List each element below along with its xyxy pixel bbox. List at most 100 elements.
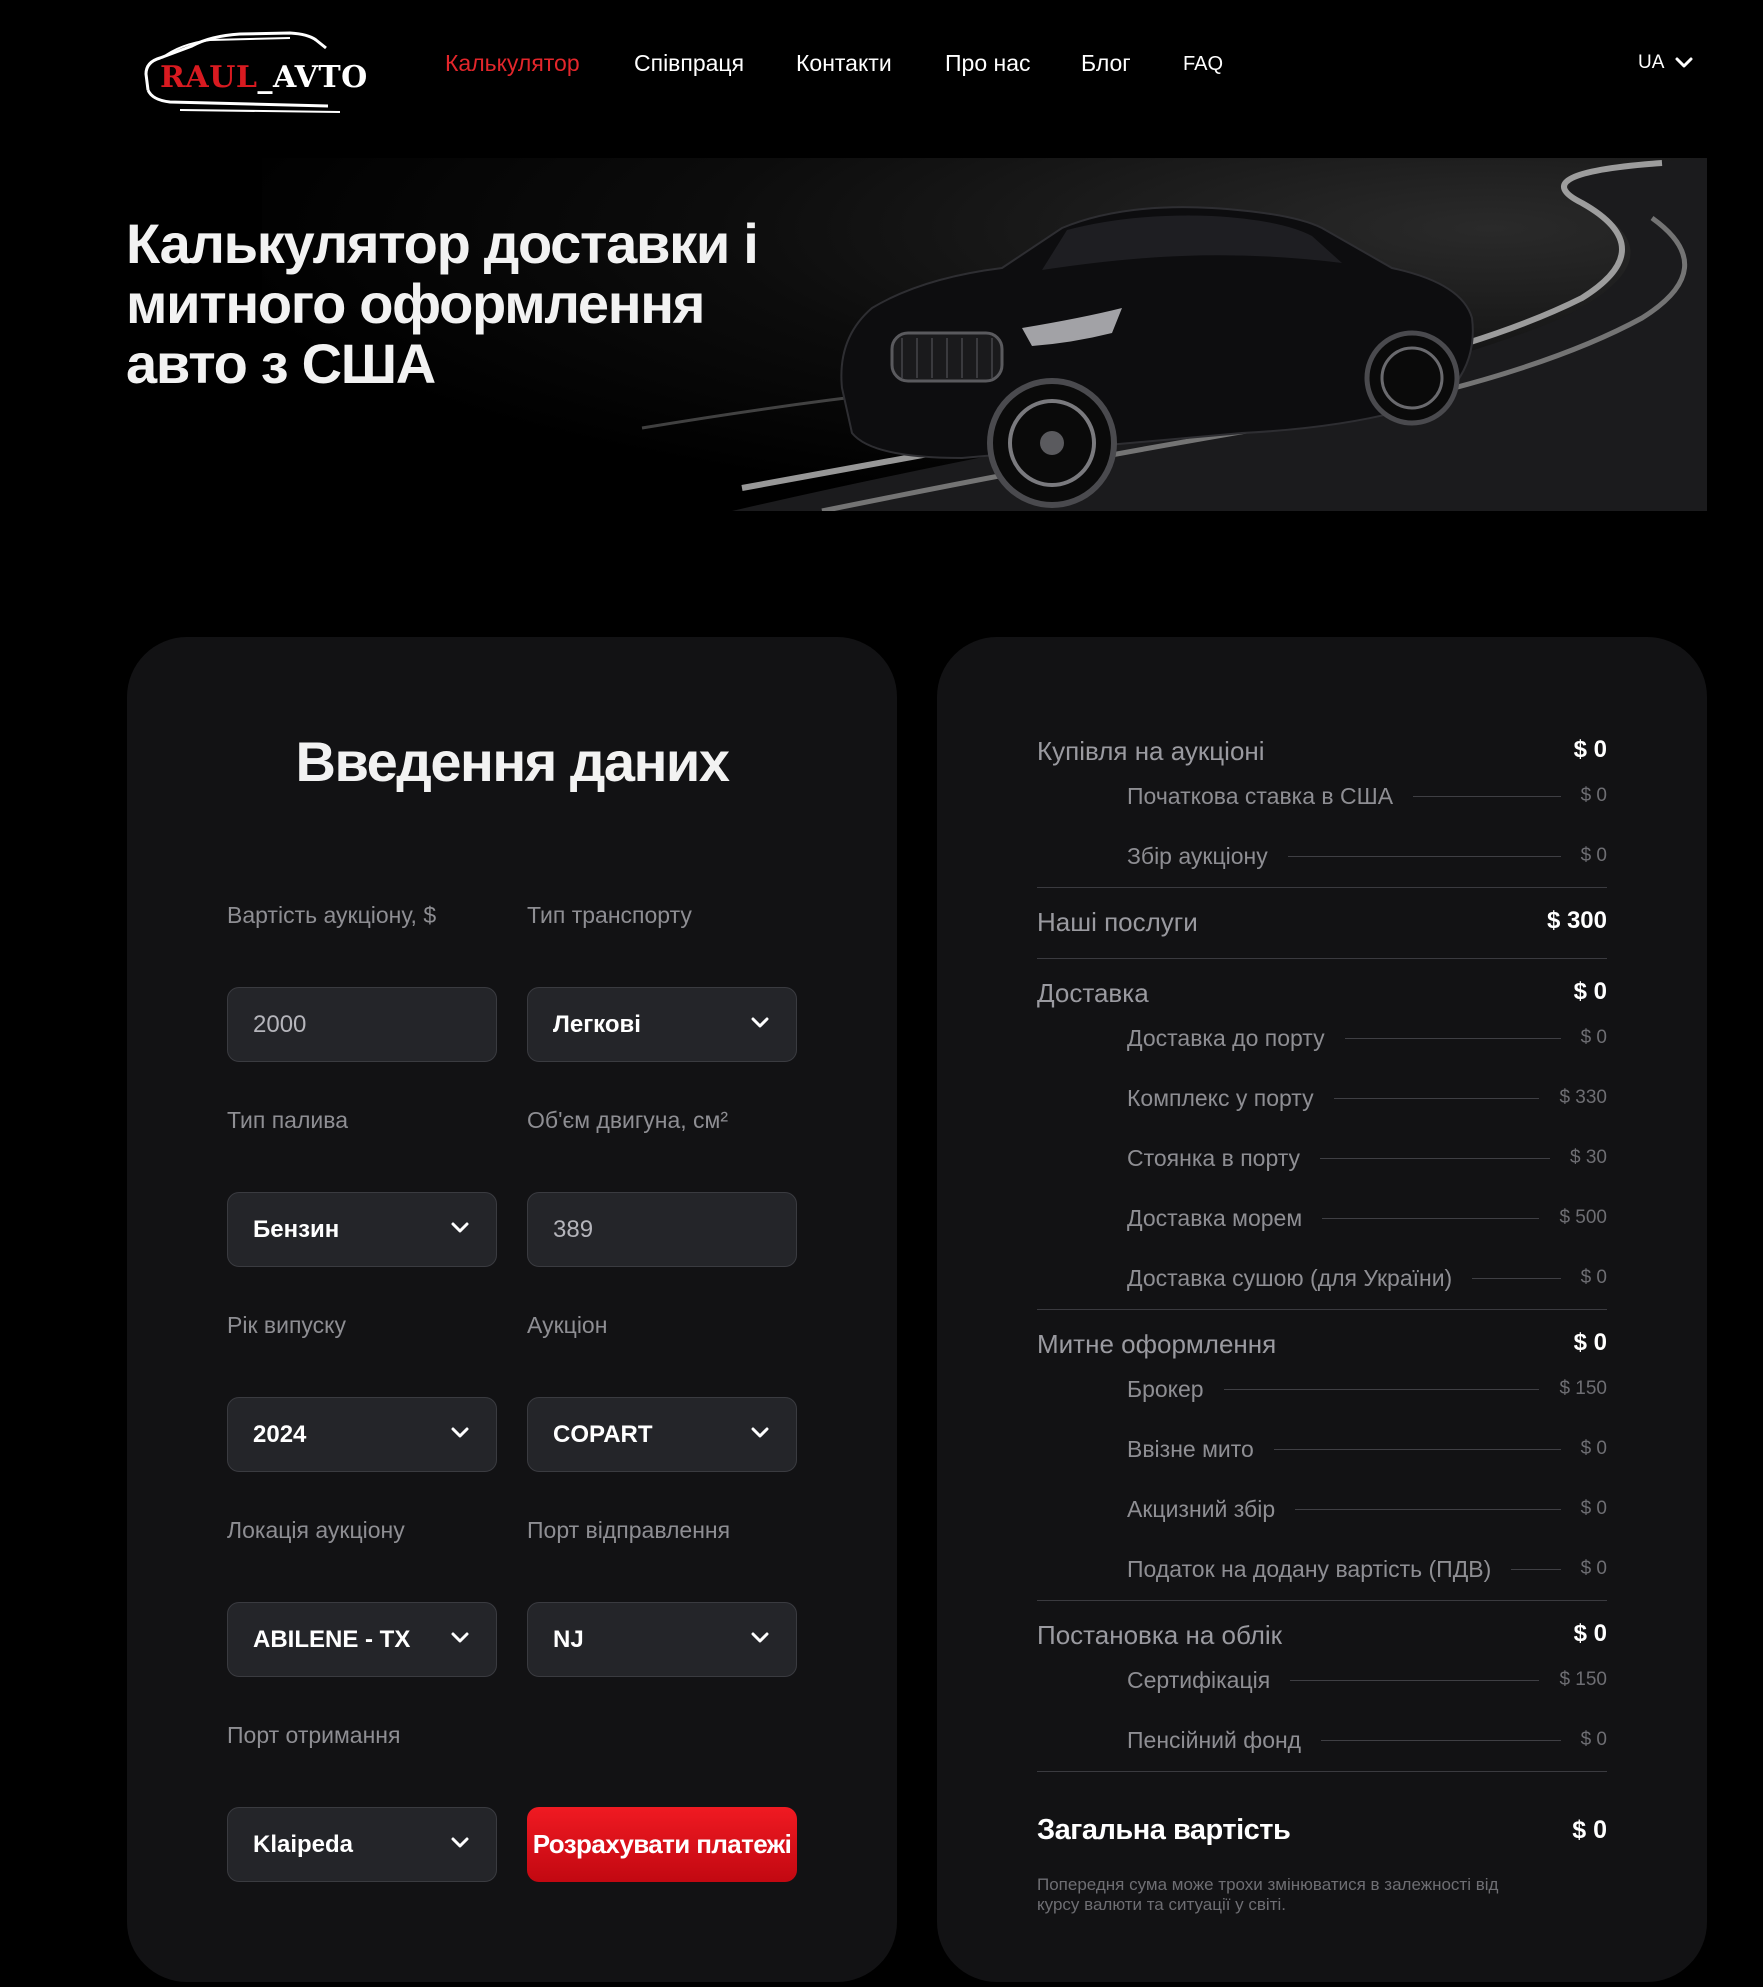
vat-label: Податок на додану вартість (ПДВ) [1127, 1555, 1492, 1582]
auction-price-input[interactable]: 2000 [227, 987, 497, 1062]
customs-label: Митне оформлення [1037, 1329, 1277, 1359]
excise-label: Акцизний збір [1127, 1495, 1276, 1522]
departure-port-label: Порт відправлення [527, 1517, 731, 1543]
year-label: Рік випуску [227, 1312, 346, 1338]
auction-fee-label: Збір аукціону [1127, 842, 1268, 869]
our-services-label: Наші послуги [1037, 907, 1198, 937]
customs-row: Митне оформлення $ 0 [1037, 1329, 1607, 1369]
auction-price-value: 2000 [253, 1011, 307, 1038]
vat-row: Податок на додану вартість (ПДВ) $ 0 [1127, 1552, 1607, 1586]
arrival-port-value: Klaipeda [253, 1831, 354, 1858]
auction-value: COPART [553, 1421, 653, 1448]
logo-text: RAUL_AVTO [160, 60, 368, 95]
divider [1037, 958, 1607, 959]
pension-fund-row: Пенсійний фонд $ 0 [1127, 1723, 1607, 1757]
departure-port-select[interactable]: NJ [527, 1602, 797, 1677]
language-label: UA [1638, 52, 1665, 73]
delivery-to-port-row: Доставка до порту $ 0 [1127, 1021, 1607, 1055]
year-value: 2024 [253, 1421, 307, 1448]
pension-fund-amount: $ 0 [1580, 1729, 1607, 1750]
cost-summary-panel: Купівля на аукціоні $ 0 Початкова ставка… [937, 637, 1707, 1982]
certification-row: Сертифікація $ 150 [1127, 1663, 1607, 1697]
language-selector[interactable]: UA [1638, 52, 1694, 74]
auction-purchase-label: Купівля на аукціоні [1037, 736, 1265, 766]
engine-volume-input[interactable]: 389 [527, 1192, 797, 1267]
auction-fee-amount: $ 0 [1580, 845, 1607, 866]
nav-calculator[interactable]: Калькулятор [445, 50, 580, 77]
chevron-down-icon [751, 1017, 769, 1028]
departure-port-value: NJ [553, 1626, 584, 1653]
land-delivery-amount: $ 0 [1580, 1267, 1607, 1288]
land-delivery-label: Доставка сушою (для України) [1127, 1264, 1453, 1291]
broker-label: Брокер [1127, 1375, 1204, 1402]
registration-row: Постановка на облік $ 0 [1037, 1620, 1607, 1660]
nav-cooperation[interactable]: Співпраця [634, 50, 744, 77]
divider [1037, 1771, 1607, 1772]
divider [1037, 1600, 1607, 1601]
nav-faq[interactable]: FAQ [1183, 53, 1223, 76]
total-label: Загальна вартість [1037, 1814, 1291, 1846]
our-services-amount: $ 300 [1546, 907, 1607, 934]
nav-contacts[interactable]: Контакти [796, 50, 892, 77]
input-form-panel: Введення даних Вартість аукціону, $ Тип … [127, 637, 897, 1982]
port-complex-label: Комплекс у порту [1127, 1084, 1314, 1111]
port-parking-row: Стоянка в порту $ 30 [1127, 1141, 1607, 1175]
vehicle-type-value: Легкові [553, 1011, 641, 1038]
arrival-port-label: Порт отримання [227, 1722, 401, 1748]
vehicle-type-label: Тип транспорту [527, 902, 692, 928]
delivery-to-port-label: Доставка до порту [1127, 1024, 1325, 1051]
nav-blog[interactable]: Блог [1081, 50, 1131, 77]
arrival-port-select[interactable]: Klaipeda [227, 1807, 497, 1882]
certification-amount: $ 150 [1559, 1669, 1607, 1690]
chevron-down-icon [451, 1837, 469, 1848]
initial-bid-label: Початкова ставка в США [1127, 782, 1394, 809]
auction-location-label: Локація аукціону [227, 1517, 405, 1543]
chevron-down-icon [451, 1222, 469, 1233]
registration-label: Постановка на облік [1037, 1620, 1283, 1650]
fuel-type-label: Тип палива [227, 1107, 348, 1133]
auction-label: Аукціон [527, 1312, 608, 1338]
registration-amount: $ 0 [1573, 1620, 1607, 1647]
port-parking-amount: $ 30 [1570, 1147, 1607, 1168]
certification-label: Сертифікація [1127, 1666, 1271, 1693]
engine-volume-label: Об'єм двигуна, см² [527, 1107, 729, 1133]
total-amount: $ 0 [1572, 1816, 1607, 1844]
import-duty-label: Ввізне мито [1127, 1435, 1254, 1462]
auction-location-value: ABILENE - TX [253, 1626, 411, 1653]
chevron-down-icon [451, 1427, 469, 1438]
divider [1037, 1309, 1607, 1310]
customs-amount: $ 0 [1573, 1329, 1607, 1356]
sea-delivery-amount: $ 500 [1559, 1207, 1607, 1228]
disclaimer-note: Попередня сума може трохи змінюватися в … [1037, 1875, 1499, 1914]
broker-row: Брокер $ 150 [1127, 1372, 1607, 1406]
fuel-type-select[interactable]: Бензин [227, 1192, 497, 1267]
delivery-label: Доставка [1037, 978, 1149, 1008]
import-duty-amount: $ 0 [1580, 1438, 1607, 1459]
port-complex-row: Комплекс у порту $ 330 [1127, 1081, 1607, 1115]
logo[interactable]: RAUL_AVTO [140, 26, 367, 114]
excise-row: Акцизний збір $ 0 [1127, 1492, 1607, 1526]
sea-delivery-row: Доставка морем $ 500 [1127, 1201, 1607, 1235]
auction-price-label: Вартість аукціону, $ [227, 902, 437, 928]
year-select[interactable]: 2024 [227, 1397, 497, 1472]
delivery-to-port-amount: $ 0 [1580, 1027, 1607, 1048]
delivery-row: Доставка $ 0 [1037, 978, 1607, 1018]
auction-purchase-row: Купівля на аукціоні $ 0 [1037, 736, 1607, 776]
import-duty-row: Ввізне мито $ 0 [1127, 1432, 1607, 1466]
chevron-down-icon [451, 1632, 469, 1643]
auction-purchase-amount: $ 0 [1573, 736, 1607, 763]
calculate-button[interactable]: Розрахувати платежі [527, 1807, 797, 1882]
sea-delivery-label: Доставка морем [1127, 1204, 1303, 1231]
excise-amount: $ 0 [1580, 1498, 1607, 1519]
auction-location-select[interactable]: ABILENE - TX [227, 1602, 497, 1677]
initial-bid-amount: $ 0 [1580, 785, 1607, 806]
port-parking-label: Стоянка в порту [1127, 1144, 1301, 1171]
delivery-amount: $ 0 [1573, 978, 1607, 1005]
nav-about[interactable]: Про нас [945, 50, 1031, 77]
vehicle-type-select[interactable]: Легкові [527, 987, 797, 1062]
auction-select[interactable]: COPART [527, 1397, 797, 1472]
form-title: Введення даних [295, 730, 730, 793]
engine-volume-value: 389 [553, 1216, 594, 1243]
port-complex-amount: $ 330 [1559, 1087, 1607, 1108]
auction-fee-row: Збір аукціону $ 0 [1127, 839, 1607, 873]
